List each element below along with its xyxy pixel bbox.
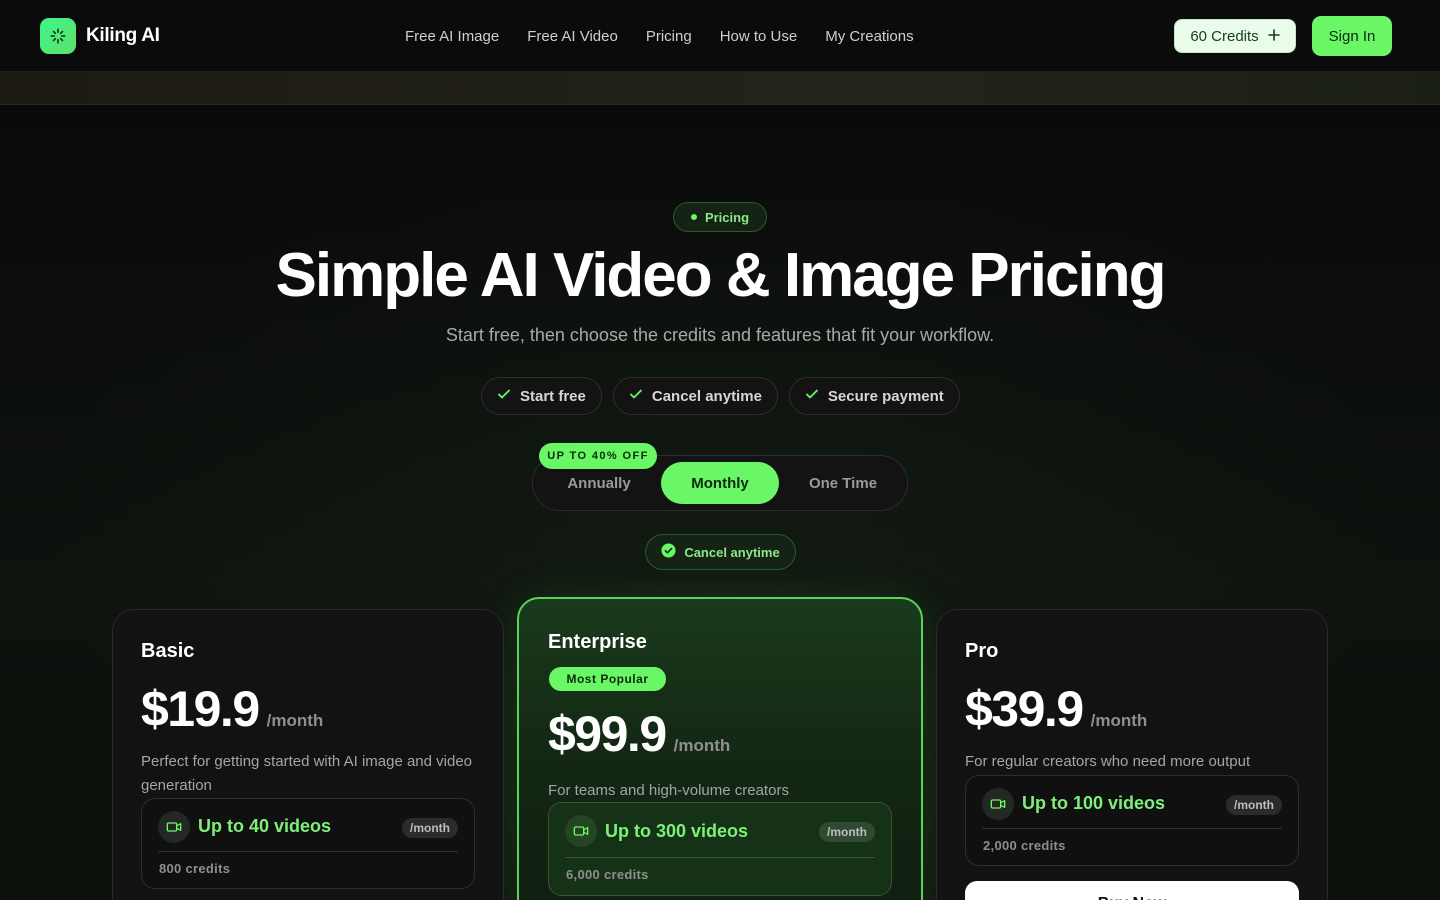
discount-badge: UP TO 40% OFF <box>539 443 657 469</box>
plan-description: For teams and high-volume creators <box>548 782 789 799</box>
feature-label: Secure payment <box>827 387 944 405</box>
credits-button[interactable]: 60 Credits <box>1174 19 1296 53</box>
plan-period: /month <box>673 736 731 755</box>
video-icon <box>565 815 597 847</box>
quota-credits: 6,000 credits <box>566 867 649 882</box>
billing-option-monthly[interactable]: Monthly <box>661 462 779 504</box>
page-subtitle: Start free, then choose the credits and … <box>445 325 995 345</box>
quota-title: Up to 40 videos <box>198 816 332 836</box>
nav-how-to-use[interactable]: How to Use <box>720 28 798 45</box>
announcement-bar <box>0 72 1440 105</box>
feature-chip: Cancel anytime <box>612 377 778 415</box>
plan-price: $39.9 <box>965 681 1084 737</box>
feature-label: Start free <box>520 387 586 405</box>
nav-free-ai-video[interactable]: Free AI Video <box>527 28 618 45</box>
plan-description: Perfect for getting started with AI imag… <box>141 753 473 794</box>
pricing-eyebrow: Pricing <box>673 202 767 232</box>
quota-credits: 2,000 credits <box>983 838 1066 853</box>
feature-chip: Secure payment <box>788 377 960 415</box>
brand-name: Kiling AI <box>86 25 160 46</box>
divider <box>565 857 875 858</box>
nav-pricing[interactable]: Pricing <box>646 28 692 45</box>
nav-free-ai-image[interactable]: Free AI Image <box>405 28 499 45</box>
quota-title: Up to 300 videos <box>605 821 749 841</box>
dot-icon <box>690 214 697 220</box>
plan-price-row: $39.9 /month <box>965 680 1147 738</box>
feature-label: Cancel anytime <box>651 387 762 405</box>
cancel-note-label: Cancel anytime <box>684 544 780 560</box>
plan-quota-box: Up to 40 videos /month 800 credits <box>141 798 475 889</box>
quota-period: /month <box>402 818 458 838</box>
nav-my-creations[interactable]: My Creations <box>825 28 913 45</box>
quota-title: Up to 100 videos <box>1022 793 1166 813</box>
divider <box>982 828 1282 829</box>
check-icon <box>629 387 643 405</box>
most-popular-badge: Most Popular <box>549 667 666 691</box>
plan-name: Enterprise <box>548 631 647 653</box>
plan-card-pro: Pro $39.9 /month For regular creators wh… <box>936 609 1328 900</box>
main-nav: Free AI Image Free AI Video Pricing How … <box>405 0 914 72</box>
top-navbar: Kiling AI Free AI Image Free AI Video Pr… <box>0 0 1440 72</box>
plan-card-basic: Basic $19.9 /month Perfect for getting s… <box>112 609 504 900</box>
quota-period: /month <box>1226 795 1282 815</box>
buy-now-button[interactable]: Buy Now <box>965 881 1299 900</box>
billing-option-one-time[interactable]: One Time <box>789 462 897 504</box>
pricing-section: Pricing Simple AI Video & Image Pricing … <box>0 0 1440 900</box>
cancel-anytime-note: Cancel anytime <box>645 534 796 570</box>
video-icon <box>982 788 1014 820</box>
page-title: Simple AI Video & Image Pricing <box>275 241 1167 310</box>
plan-card-enterprise: Enterprise Most Popular $99.9 /month For… <box>517 597 923 900</box>
plan-period: /month <box>266 711 324 730</box>
plan-name: Basic <box>141 640 195 662</box>
sign-in-button[interactable]: Sign In <box>1312 16 1392 56</box>
sparkle-icon <box>40 18 76 54</box>
divider <box>158 851 458 852</box>
quota-period: /month <box>819 822 875 842</box>
plan-quota-box: Up to 100 videos /month 2,000 credits <box>965 775 1299 866</box>
plus-icon <box>1267 28 1280 45</box>
plan-price-row: $99.9 /month <box>548 705 730 763</box>
plan-name: Pro <box>965 640 999 662</box>
feature-chips: Start free Cancel anytime Secure payment <box>481 377 960 415</box>
eyebrow-label: Pricing <box>704 209 750 225</box>
check-icon <box>805 387 819 405</box>
plan-quota-box: Up to 300 videos /month 6,000 credits <box>548 802 892 896</box>
plan-price: $19.9 <box>141 681 260 737</box>
check-circle-icon <box>661 543 676 561</box>
brand-logo[interactable]: Kiling AI <box>40 18 160 54</box>
plan-price: $99.9 <box>548 706 667 762</box>
check-icon <box>497 387 511 405</box>
plan-price-row: $19.9 /month <box>141 680 323 738</box>
video-icon <box>158 811 190 843</box>
quota-credits: 800 credits <box>159 861 231 876</box>
credits-label: 60 Credits <box>1190 27 1259 45</box>
plan-description: For regular creators who need more outpu… <box>965 753 1251 770</box>
plan-period: /month <box>1090 711 1148 730</box>
feature-chip: Start free <box>481 377 602 415</box>
